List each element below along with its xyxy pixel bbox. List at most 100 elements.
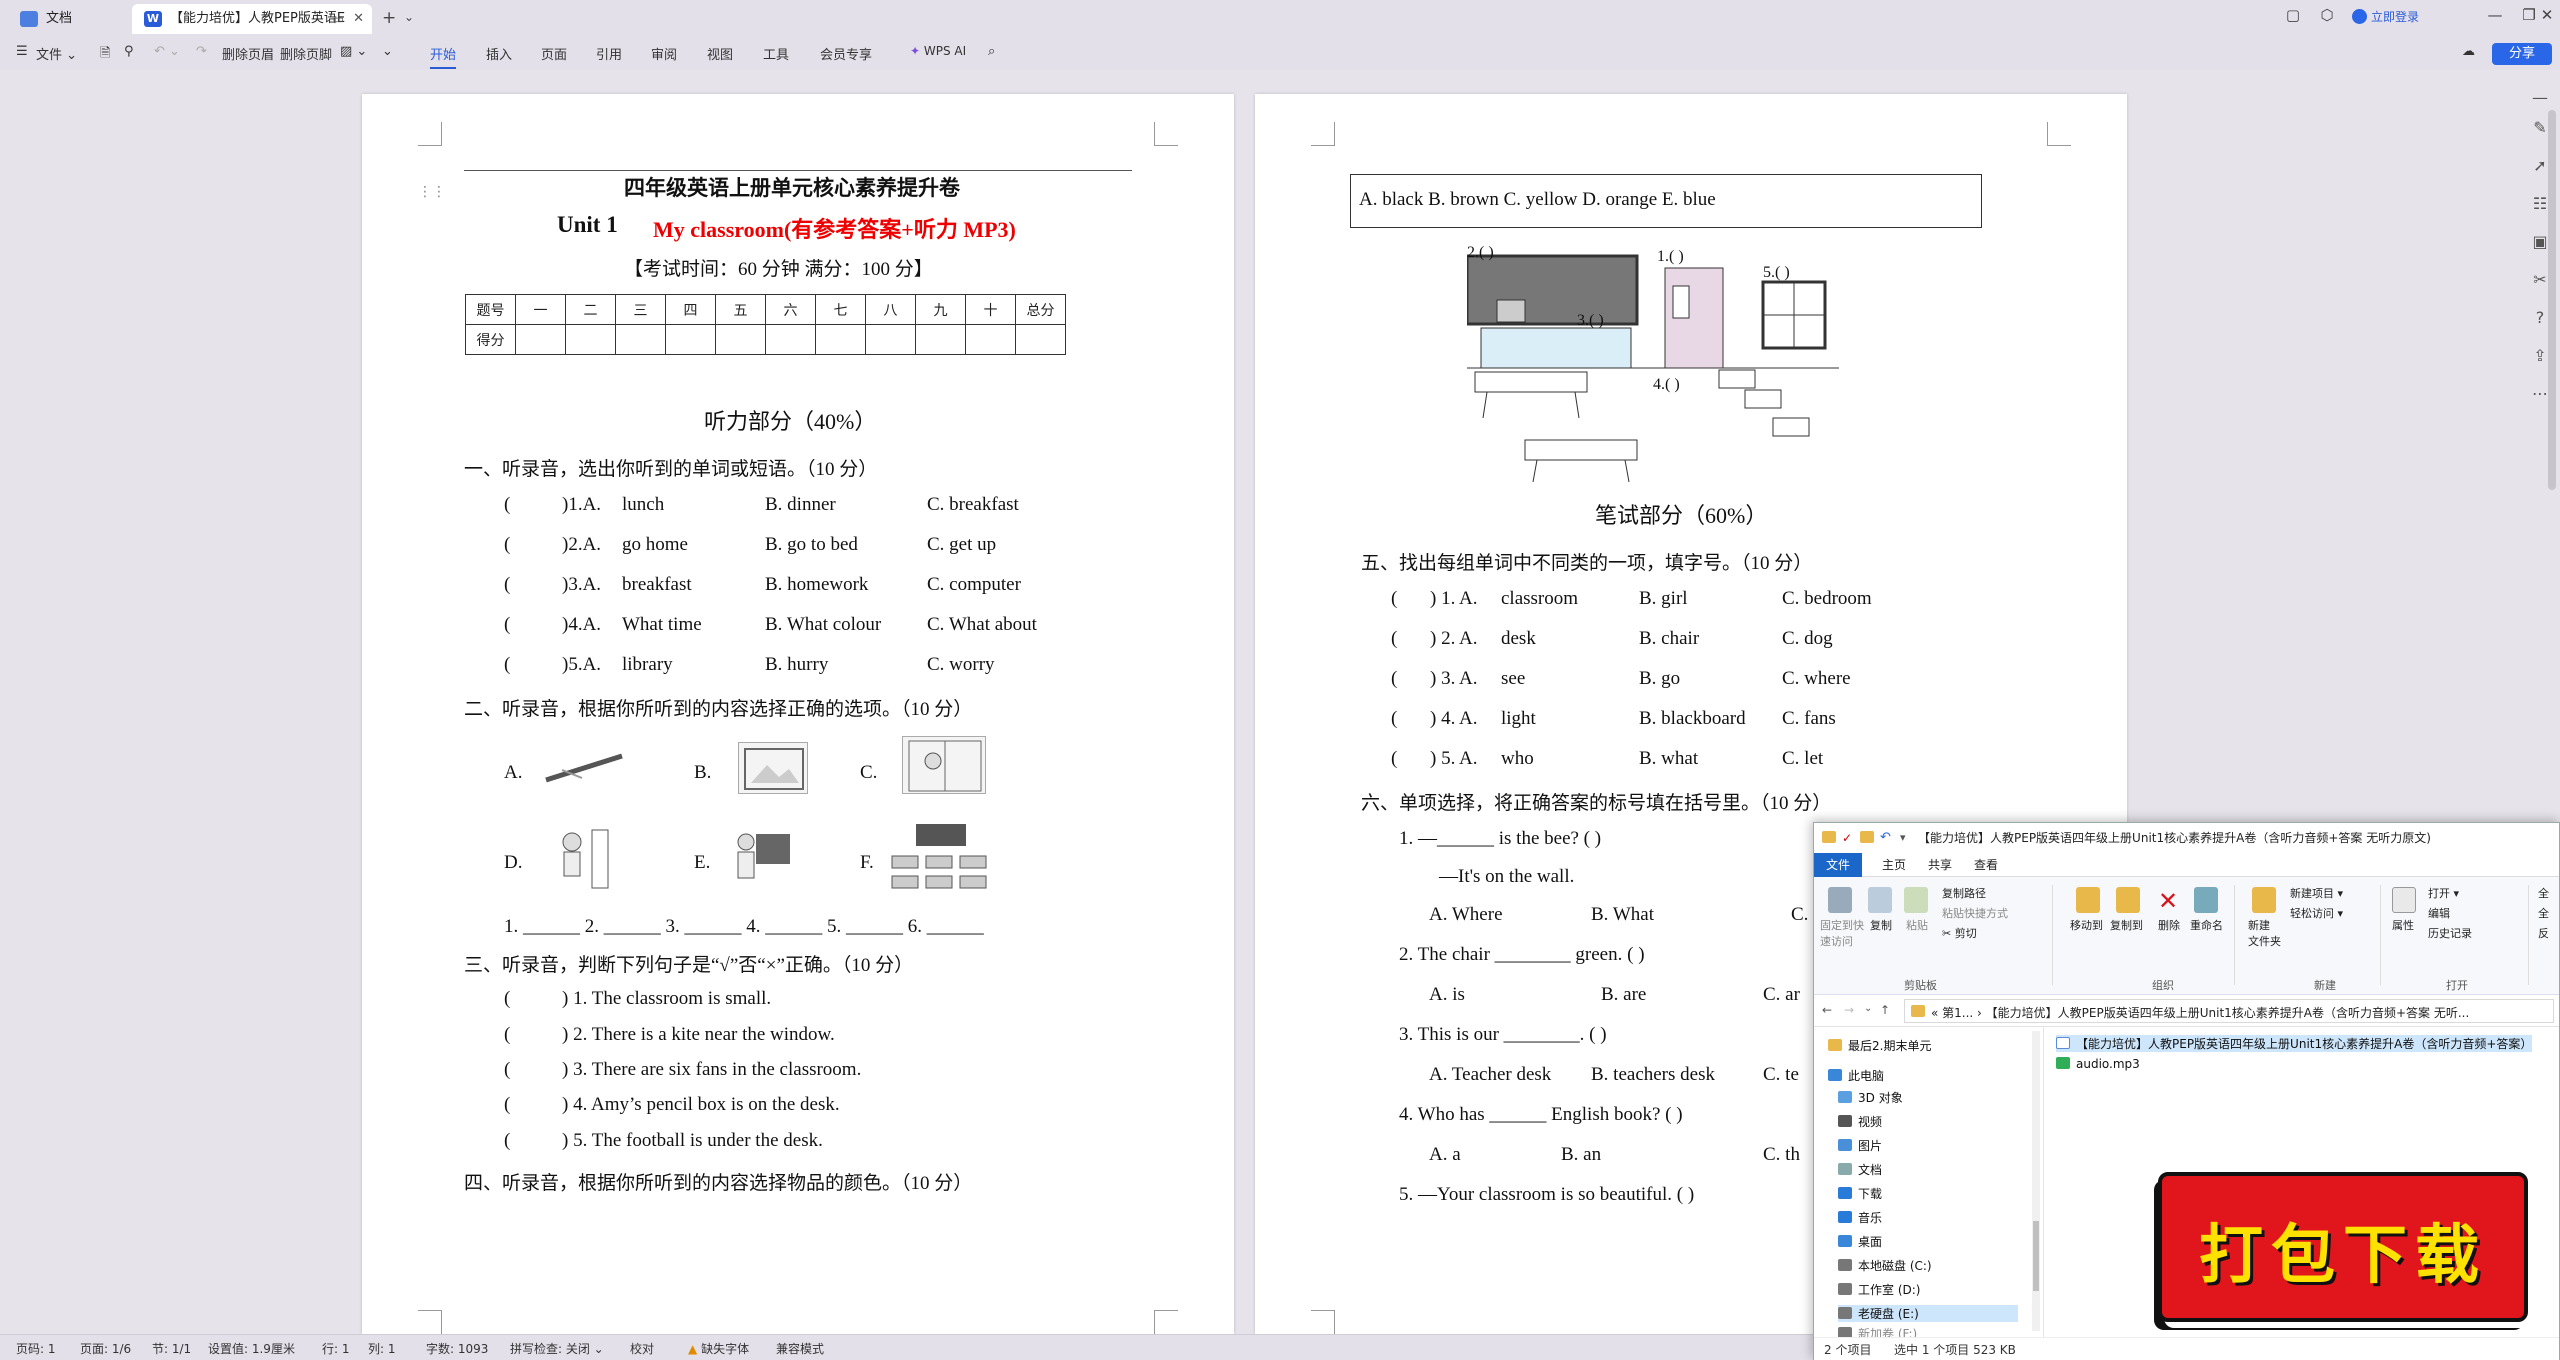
more-chevron-icon[interactable]: ⌄ [382, 44, 393, 59]
score-input-cell[interactable] [965, 324, 1016, 355]
nav-item-selected[interactable]: 老硬盘 (E:) [1838, 1305, 2018, 1322]
ribbon-tab-file[interactable]: 文件 [1814, 853, 1863, 877]
tab-view[interactable]: 视图 [707, 44, 733, 63]
pin-icon[interactable] [1828, 887, 1852, 913]
forward-arrow-icon[interactable]: → [1844, 1003, 1854, 1017]
pin-quick-access-button[interactable]: 固定到快 速访问 [1820, 917, 1864, 949]
cut-button[interactable]: ✂ 剪切 [1942, 925, 1977, 941]
score-input-cell[interactable] [715, 324, 766, 355]
proofread-button[interactable]: 校对 [630, 1340, 654, 1357]
score-input-cell[interactable] [815, 324, 866, 355]
move-to-icon[interactable] [2076, 887, 2100, 913]
picture-blank-5[interactable]: 5.( ) [1763, 264, 1790, 282]
missing-font-button[interactable]: ▲ 缺失字体 [688, 1340, 749, 1357]
cloud-sync-icon[interactable]: ☁ [2462, 44, 2475, 59]
window-layout-icon[interactable]: ▢ [2278, 6, 2308, 24]
image-edit-icon[interactable]: ▣ [2530, 232, 2550, 252]
spell-check-toggle[interactable]: 拼写检查: 关闭 ⌄ [510, 1340, 604, 1357]
back-arrow-icon[interactable]: ← [1822, 1003, 1832, 1017]
properties-icon[interactable] [2392, 887, 2416, 913]
picture-blank-2[interactable]: 2.( ) [1467, 244, 1494, 262]
file-row[interactable]: audio.mp3 [2056, 1057, 2140, 1071]
ribbon-tab-home[interactable]: 主页 [1870, 853, 1918, 877]
new-folder-button[interactable]: 新建 文件夹 [2248, 917, 2281, 949]
tab-tools[interactable]: 工具 [763, 44, 789, 63]
nav-item[interactable]: 此电脑 [1828, 1067, 1884, 1084]
menu-icon[interactable]: ☰ [16, 44, 28, 59]
minimize-icon[interactable]: — [2480, 6, 2510, 24]
new-folder-icon[interactable] [2252, 887, 2276, 913]
format-painter-icon[interactable]: ⚲ [124, 44, 134, 59]
nav-item[interactable]: 本地磁盘 (C:) [1838, 1257, 1932, 1274]
invert-selection-button[interactable]: 反 [2538, 925, 2549, 941]
paste-button[interactable]: 粘贴 [1906, 917, 1928, 933]
cube-icon[interactable]: ⬡ [2312, 6, 2342, 24]
address-bar[interactable]: « 第1... › 【能力培优】人教PEP版英语四年级上册Unit1核心素养提升… [1904, 999, 2554, 1023]
nav-item[interactable]: 视频 [1838, 1113, 1882, 1130]
file-row-selected[interactable]: 【能力培优】人教PEP版英语四年级上册Unit1核心素养提升A卷（含听力音频+答… [2056, 1035, 2533, 1052]
share-button[interactable]: 分享 [2492, 43, 2552, 65]
picture-blank-4[interactable]: 4.( ) [1653, 376, 1680, 394]
close-window-icon[interactable]: ✕ [2532, 6, 2560, 24]
nav-item[interactable]: 音乐 [1838, 1209, 1882, 1226]
monitor-icon[interactable]: ▭ [333, 4, 344, 34]
file-menu[interactable]: 文件 ⌄ [36, 44, 77, 63]
score-input-cell[interactable] [615, 324, 666, 355]
quick-access-dropdown-icon[interactable]: ▾ [1900, 823, 1906, 853]
copy-to-icon[interactable] [2116, 887, 2140, 913]
paste-icon[interactable] [1904, 887, 1928, 913]
settings-sliders-icon[interactable]: ☷ [2530, 194, 2550, 214]
score-input-cell[interactable] [665, 324, 716, 355]
answer-blanks[interactable]: 1. ______ 2. ______ 3. ______ 4. ______ … [504, 916, 984, 938]
copy-to-button[interactable]: 复制到 [2110, 917, 2143, 933]
tab-references[interactable]: 引用 [596, 44, 622, 63]
tab-member[interactable]: 会员专享 [820, 44, 872, 63]
package-download-badge[interactable]: 打包下载 [2158, 1172, 2528, 1322]
share-out-icon[interactable]: ⇪ [2530, 346, 2550, 366]
picture-blank-3[interactable]: 3.( ) [1577, 312, 1604, 330]
rename-button[interactable]: 重命名 [2190, 917, 2223, 933]
score-input-cell[interactable] [1015, 324, 1066, 355]
nav-scrollbar[interactable] [2032, 1031, 2040, 1331]
tab-page[interactable]: 页面 [541, 44, 567, 63]
tab-insert[interactable]: 插入 [486, 44, 512, 63]
undo-icon[interactable]: ↶ ⌄ [154, 44, 180, 59]
tools-icon[interactable]: ✂ [2530, 270, 2550, 290]
wps-ai-button[interactable]: ✦ WPS AI [910, 44, 966, 58]
score-input-cell[interactable] [765, 324, 816, 355]
save-icon[interactable]: 🗎 [100, 44, 110, 66]
history-button[interactable]: 历史记录 [2428, 925, 2472, 941]
properties-button[interactable]: 属性 [2392, 917, 2414, 933]
more-icon[interactable]: ⋯ [2530, 384, 2550, 404]
select-all-button[interactable]: 全 [2538, 885, 2549, 901]
undo-quick-icon[interactable]: ↶ [1880, 823, 1891, 853]
pointer-icon[interactable]: ➚ [2530, 156, 2550, 176]
page-border-icon[interactable]: ▨ ⌄ [340, 44, 367, 59]
paste-shortcut-button[interactable]: 粘贴快捷方式 [1942, 905, 2008, 921]
select-none-button[interactable]: 全 [2538, 905, 2549, 921]
nav-item[interactable]: 下载 [1838, 1185, 1882, 1202]
word-count[interactable]: 字数: 1093 [426, 1340, 488, 1357]
nav-item[interactable]: 3D 对象 [1838, 1089, 1903, 1106]
copy-path-button[interactable]: 复制路径 [1942, 885, 1986, 901]
ribbon-tab-share[interactable]: 共享 [1916, 853, 1964, 877]
copy-button[interactable]: 复制 [1870, 917, 1892, 933]
easy-access-button[interactable]: 轻松访问 ▾ [2290, 905, 2343, 921]
tab-list-chevron-icon[interactable]: ⌄ [404, 10, 414, 24]
tab-document[interactable]: W 【能力培优】人教PEP版英语E ▭ ✕ [132, 4, 372, 34]
properties-quick-icon[interactable]: ✓ [1842, 823, 1852, 853]
new-item-button[interactable]: 新建项目 ▾ [2290, 885, 2343, 901]
score-input-cell[interactable] [865, 324, 916, 355]
delete-button[interactable]: 删除 [2158, 917, 2180, 933]
copy-icon[interactable] [1868, 887, 1892, 913]
new-folder-quick-icon[interactable] [1860, 831, 1874, 843]
delete-footer-button[interactable]: 删除页脚 [280, 44, 332, 63]
minus-icon[interactable]: — [2530, 88, 2550, 108]
score-input-cell[interactable] [915, 324, 966, 355]
nav-item[interactable]: 工作室 (D:) [1838, 1281, 1920, 1298]
rename-icon[interactable] [2194, 887, 2218, 913]
vertical-scrollbar[interactable] [2548, 110, 2556, 490]
delete-header-button[interactable]: 删除页眉 [222, 44, 274, 63]
search-icon[interactable]: ⌕ [988, 44, 995, 59]
delete-icon[interactable]: ✕ [2158, 887, 2178, 915]
